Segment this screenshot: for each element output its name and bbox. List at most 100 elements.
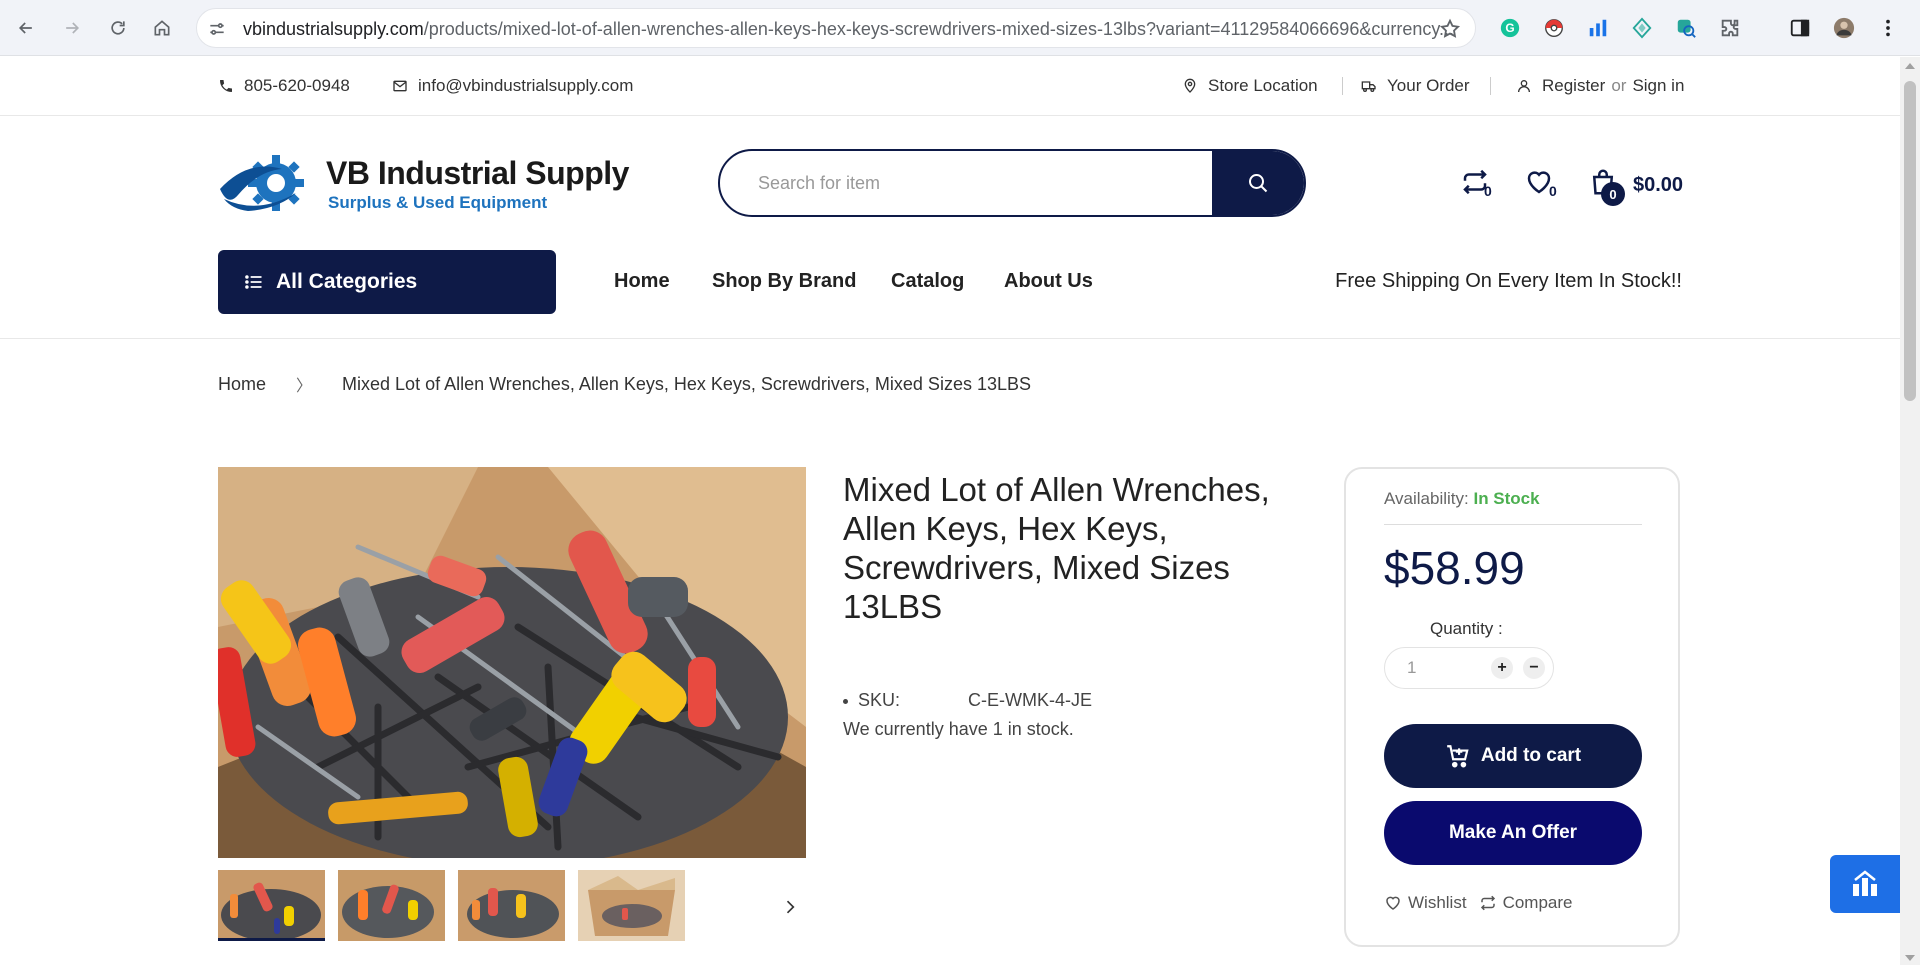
store-location-label: Store Location <box>1208 76 1318 95</box>
product-photo <box>218 467 806 858</box>
nav-catalog[interactable]: Catalog <box>891 270 964 293</box>
add-to-cart-button[interactable]: Add to cart <box>1384 724 1642 788</box>
floating-widget-button[interactable] <box>1830 855 1900 913</box>
cart-count-badge: 0 <box>1601 182 1625 206</box>
make-offer-button[interactable]: Make An Offer <box>1384 801 1642 865</box>
product-thumbnail[interactable] <box>458 870 565 941</box>
free-shipping-promo: Free Shipping On Every Item In Stock!! <box>1335 270 1682 292</box>
sign-in-link[interactable]: Sign in <box>1632 76 1684 96</box>
logo-brand-name: VB Industrial Supply <box>326 155 629 191</box>
bullet <box>843 698 848 704</box>
search-bar <box>718 149 1306 217</box>
divider <box>1342 77 1343 95</box>
site-logo[interactable]: VB Industrial Supply Surplus & Used Equi… <box>218 149 629 229</box>
phone-link[interactable]: 805-620-0948 <box>218 76 350 96</box>
email-address: info@vbindustrialsupply.com <box>418 76 634 95</box>
cart-total[interactable]: $0.00 <box>1633 174 1683 197</box>
store-location-link[interactable]: Store Location <box>1182 76 1318 96</box>
wishlist-label: Wishlist <box>1408 893 1467 912</box>
thumbnail-photo <box>338 870 445 941</box>
all-categories-label: All Categories <box>276 270 418 293</box>
cart-plus-icon <box>1447 745 1469 768</box>
nav-about-us[interactable]: About Us <box>1004 270 1093 293</box>
search-icon <box>1249 174 1268 193</box>
search-button[interactable] <box>1212 151 1304 215</box>
add-to-cart-label: Add to cart <box>1480 745 1582 766</box>
search-input[interactable] <box>720 151 1216 215</box>
gear-logo-icon <box>220 155 304 211</box>
mail-icon <box>393 80 407 92</box>
chart-extension-icon[interactable] <box>1584 14 1612 42</box>
user-icon <box>1518 80 1530 93</box>
list-icon <box>245 275 262 289</box>
quantity-stepper: + − <box>1384 647 1554 689</box>
breadcrumb-separator: 〉 <box>296 378 313 395</box>
profile-avatar[interactable] <box>1830 14 1858 42</box>
chevron-right-icon[interactable] <box>780 897 800 917</box>
divider <box>0 338 1900 339</box>
web-page: 805-620-0948 info@vbindustrialsupply.com… <box>0 57 1900 965</box>
breadcrumb-current: Mixed Lot of Allen Wrenches, Allen Keys,… <box>342 373 1031 394</box>
extensions-puzzle-icon[interactable] <box>1716 14 1744 42</box>
grammarly-extension-icon[interactable]: G <box>1496 14 1524 42</box>
svg-text:G: G <box>1505 21 1514 35</box>
compare-link[interactable]: Compare <box>1479 893 1573 913</box>
nav-shop-by-brand[interactable]: Shop By Brand <box>712 270 856 293</box>
product-title: Mixed Lot of Allen Wrenches, Allen Keys,… <box>843 471 1270 625</box>
pokeball-extension-icon[interactable] <box>1540 14 1568 42</box>
page-scrollbar[interactable] <box>1900 57 1920 965</box>
product-main-image[interactable] <box>218 467 806 858</box>
product-thumbnail[interactable] <box>578 870 685 941</box>
product-price: $58.99 <box>1384 542 1525 594</box>
sku-value: C-E-WMK-4-JE <box>968 690 1092 710</box>
wishlist-link[interactable]: Wishlist <box>1384 893 1467 913</box>
compare-icon <box>1480 895 1495 911</box>
scroll-down-arrow[interactable] <box>1905 955 1915 961</box>
scroll-up-arrow[interactable] <box>1905 63 1915 69</box>
site-info-icon[interactable] <box>207 19 227 39</box>
thumbnail-photo <box>218 870 325 938</box>
or-text: or <box>1611 76 1627 95</box>
side-panel-icon[interactable] <box>1786 14 1814 42</box>
gem-extension-icon[interactable] <box>1628 14 1656 42</box>
quantity-label: Quantity : <box>1430 619 1503 638</box>
your-order-label: Your Order <box>1387 76 1470 95</box>
top-bar: 805-620-0948 info@vbindustrialsupply.com… <box>0 57 1900 116</box>
buy-box: Availability: In Stock $58.99 Quantity :… <box>1344 467 1680 947</box>
compare-count: 0 <box>1484 183 1492 199</box>
account-links: Register or Sign in <box>1516 76 1684 96</box>
quantity-plus-button[interactable]: + <box>1491 657 1513 679</box>
your-order-link[interactable]: Your Order <box>1361 76 1470 96</box>
phone-number: 805-620-0948 <box>244 76 350 95</box>
forward-icon[interactable] <box>58 14 86 42</box>
search-extension-icon[interactable] <box>1672 14 1700 42</box>
make-offer-label: Make An Offer <box>1448 822 1578 843</box>
email-link[interactable]: info@vbindustrialsupply.com <box>392 76 633 96</box>
availability: Availability: In Stock <box>1384 489 1540 509</box>
stock-message: We currently have 1 in stock. <box>843 719 1074 739</box>
thumbnail-photo <box>458 870 565 941</box>
heart-icon <box>1386 896 1400 910</box>
product-thumbnail[interactable] <box>218 870 325 941</box>
bookmark-star-icon[interactable] <box>1439 18 1461 40</box>
divider <box>1384 524 1642 525</box>
wishlist-count: 0 <box>1549 183 1557 199</box>
compare-label: Compare <box>1502 893 1573 912</box>
thumbnail-photo <box>578 870 685 941</box>
address-bar[interactable]: vbindustrialsupply.com/products/mixed-lo… <box>196 8 1476 48</box>
quantity-input[interactable] <box>1385 648 1485 688</box>
register-link[interactable]: Register <box>1542 76 1605 96</box>
scrollbar-thumb[interactable] <box>1904 81 1916 401</box>
truck-icon <box>1361 81 1376 92</box>
back-icon[interactable] <box>12 14 40 42</box>
nav-home[interactable]: Home <box>614 270 670 293</box>
grid-logo-icon <box>1853 870 1877 896</box>
browser-menu-icon[interactable] <box>1874 14 1902 42</box>
breadcrumb-home[interactable]: Home <box>218 374 266 395</box>
map-pin-icon <box>1184 78 1196 93</box>
all-categories-button[interactable]: All Categories <box>218 250 556 314</box>
reload-icon[interactable] <box>104 14 132 42</box>
product-thumbnail[interactable] <box>338 870 445 941</box>
home-icon[interactable] <box>148 14 176 42</box>
quantity-minus-button[interactable]: − <box>1523 657 1545 679</box>
